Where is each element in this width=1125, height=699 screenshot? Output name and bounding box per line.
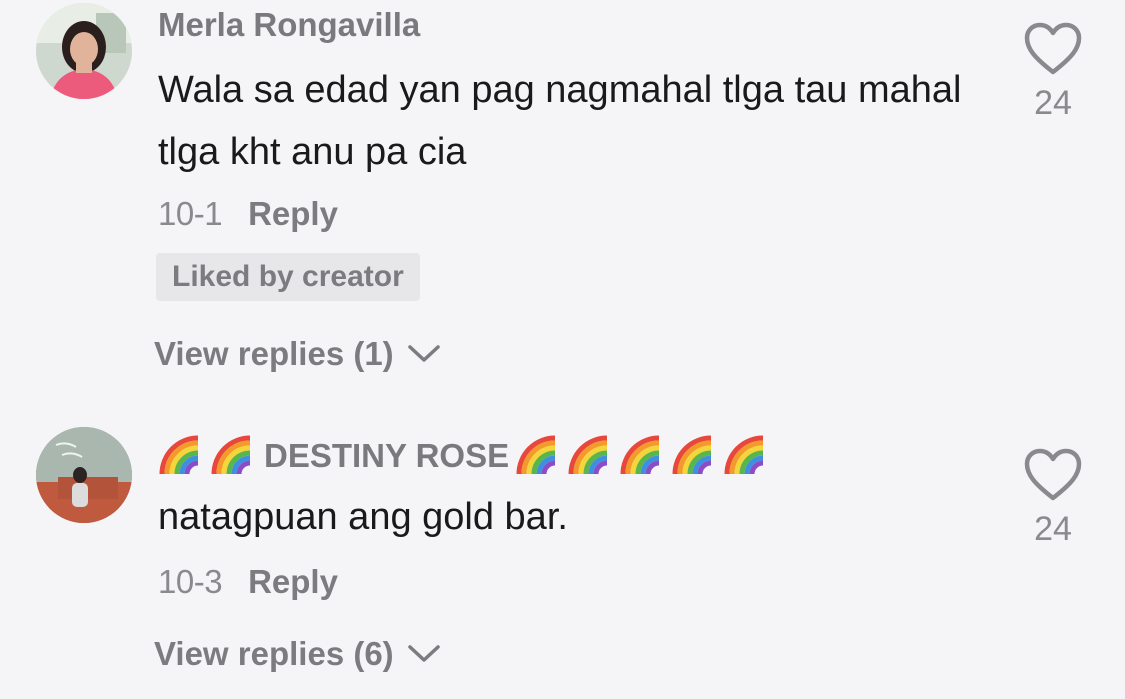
chevron-down-icon — [406, 643, 442, 665]
view-replies-button[interactable]: View replies (6) — [154, 635, 442, 673]
heart-outline-icon[interactable] — [1023, 22, 1083, 76]
comment-date: 10-1 — [158, 195, 223, 232]
comment-username-text: DESTINY ROSE — [264, 437, 510, 474]
comment-item: DESTINY ROSE natagpuan ang gold bar. 10-… — [0, 410, 1125, 699]
reply-button[interactable]: Reply — [248, 195, 338, 233]
view-replies-label: View replies (1) — [154, 335, 394, 372]
rainbow-emoji — [619, 434, 663, 478]
liked-by-creator-badge: Liked by creator — [156, 253, 420, 301]
rainbow-emoji — [723, 434, 767, 478]
like-count: 24 — [1034, 510, 1072, 548]
rainbow-emoji — [671, 434, 715, 478]
like-column: 24 — [1018, 22, 1088, 123]
comment-username[interactable]: Merla Rongavilla — [158, 6, 420, 44]
heart-outline-icon[interactable] — [1023, 448, 1083, 502]
avatar[interactable] — [36, 427, 132, 523]
like-count: 24 — [1034, 84, 1072, 122]
comment-item: Merla Rongavilla Wala sa edad yan pag na… — [0, 0, 1125, 400]
rainbow-emoji — [210, 434, 254, 478]
chevron-down-icon — [406, 343, 442, 365]
reply-button[interactable]: Reply — [248, 563, 338, 601]
comment-text: natagpuan ang gold bar. — [158, 496, 568, 538]
view-replies-label: View replies (6) — [154, 635, 394, 672]
comment-username[interactable]: DESTINY ROSE — [158, 434, 775, 478]
avatar[interactable] — [36, 3, 132, 99]
rainbow-emoji — [515, 434, 559, 478]
comment-text: Wala sa edad yan pag nagmahal tlga tau m… — [158, 69, 962, 173]
rainbow-emoji — [567, 434, 611, 478]
comment-meta: 10-3 Reply — [158, 563, 338, 601]
comment-date: 10-3 — [158, 563, 223, 600]
like-column: 24 — [1018, 448, 1088, 549]
rainbow-emoji — [158, 434, 202, 478]
comment-meta: 10-1 Reply — [158, 195, 338, 233]
view-replies-button[interactable]: View replies (1) — [154, 335, 442, 373]
